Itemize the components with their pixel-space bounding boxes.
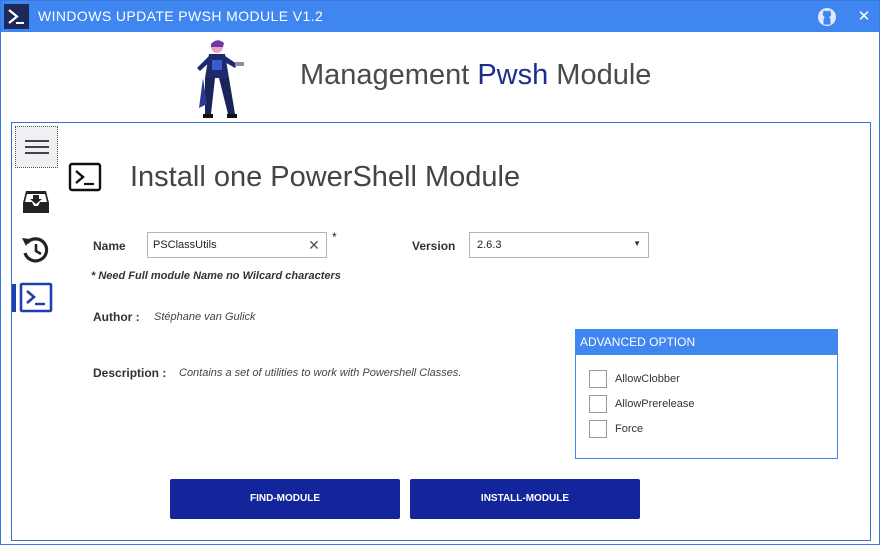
author-label: Author : [93, 310, 140, 324]
terminal-prompt-icon [19, 282, 53, 313]
github-icon[interactable] [817, 7, 837, 27]
description-label: Description : [93, 366, 167, 380]
close-button[interactable]: ✕ [851, 6, 877, 28]
header-title-part1: Management [300, 59, 478, 91]
page-title: Install one PowerShell Module [130, 161, 521, 193]
module-name-input[interactable] [153, 237, 299, 253]
hamburger-menu-button[interactable] [15, 126, 58, 168]
hamburger-icon-line [25, 152, 49, 154]
header-title-part2: Module [548, 59, 652, 91]
sidebar-active-indicator [12, 284, 16, 312]
version-select[interactable]: 2.6.3 ▼ [469, 232, 649, 258]
powershell-prompt-icon [3, 3, 30, 30]
inbox-tray-icon [23, 191, 49, 213]
sidebar-item-installed-modules[interactable] [18, 185, 54, 219]
name-label: Name [93, 239, 126, 253]
app-header-title: Management Pwsh Module [300, 59, 651, 92]
hamburger-icon [25, 140, 49, 142]
install-module-button[interactable]: INSTALL-MODULE [410, 479, 640, 519]
header-title-accent: Pwsh [477, 59, 549, 91]
hamburger-icon-line [25, 146, 49, 148]
version-selected-value: 2.6.3 [477, 239, 502, 251]
version-label: Version [412, 239, 456, 253]
clear-icon[interactable]: ✕ [306, 236, 322, 254]
app-window: WINDOWS UPDATE PWSH MODULE V1.2 ✕ Manage [0, 0, 880, 545]
checkbox-label: AllowPrerelease [615, 398, 695, 410]
history-refresh-icon [22, 237, 49, 263]
checkbox-box[interactable] [589, 370, 607, 388]
title-bar[interactable]: WINDOWS UPDATE PWSH MODULE V1.2 ✕ [1, 1, 879, 32]
sidebar [12, 123, 60, 540]
checkbox-label: Force [615, 423, 644, 435]
checkbox-box[interactable] [589, 395, 607, 413]
mascot-illustration [191, 38, 249, 120]
terminal-prompt-icon [68, 162, 102, 192]
author-value: Stéphane van Gulick [154, 311, 256, 323]
window-title: WINDOWS UPDATE PWSH MODULE V1.2 [38, 8, 324, 24]
find-module-button[interactable]: FIND-MODULE [170, 479, 400, 519]
required-mark: * [332, 230, 337, 244]
sidebar-item-install[interactable] [18, 281, 54, 315]
description-value: Contains a set of utilities to work with… [179, 367, 462, 379]
sidebar-item-update[interactable] [18, 233, 54, 267]
advanced-option-panel: ADVANCED OPTION AllowClobber AllowPrerel… [575, 329, 838, 459]
chevron-down-icon: ▼ [633, 239, 641, 248]
checkbox-label: AllowClobber [615, 373, 680, 385]
module-name-field[interactable]: ✕ [147, 232, 327, 258]
main-frame: Install one PowerShell Module Name ✕ * V… [11, 122, 871, 541]
checkbox-box[interactable] [589, 420, 607, 438]
advanced-option-header: ADVANCED OPTION [576, 330, 837, 355]
name-hint-note: * Need Full module Name no Wilcard chara… [91, 270, 341, 282]
